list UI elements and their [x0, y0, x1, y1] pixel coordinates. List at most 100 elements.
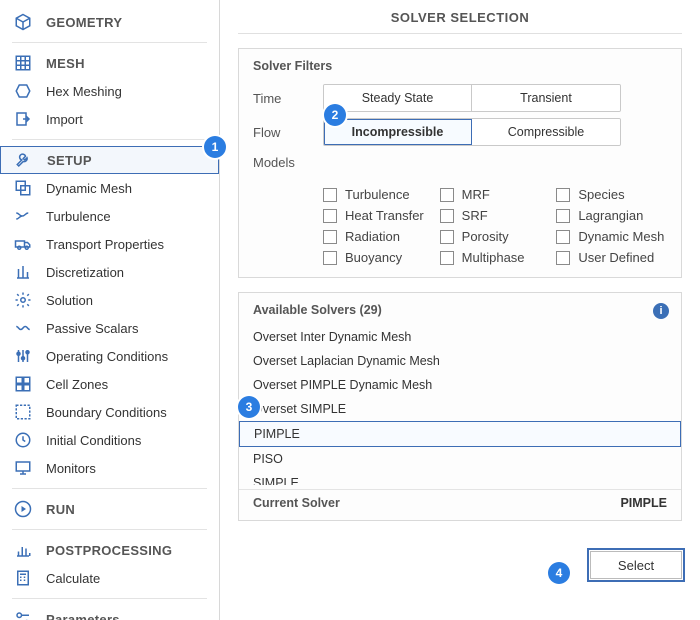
- checkbox-label: Heat Transfer: [345, 208, 424, 223]
- solver-item[interactable]: Overset SIMPLE: [239, 397, 681, 421]
- current-value: PIMPLE: [620, 496, 667, 510]
- sidebar-item-hex-meshing[interactable]: Hex Meshing: [0, 77, 219, 105]
- checkbox-label: Porosity: [462, 229, 509, 244]
- cube-icon: [14, 13, 32, 31]
- model-checkbox[interactable]: Turbulence: [323, 187, 434, 202]
- sidebar-item-mesh[interactable]: MESH: [0, 49, 219, 77]
- solver-item[interactable]: SIMPLE: [239, 471, 681, 485]
- label: Boundary Conditions: [46, 405, 167, 420]
- checkbox-label: Dynamic Mesh: [578, 229, 664, 244]
- mesh-move-icon: [14, 179, 32, 197]
- flow-compressible-button[interactable]: Compressible: [472, 119, 620, 145]
- filter-time-row: Time Steady State Transient: [253, 81, 667, 115]
- solver-item[interactable]: PISO: [239, 447, 681, 471]
- checkbox-label: Lagrangian: [578, 208, 643, 223]
- footer: Select: [238, 551, 682, 579]
- sidebar-item-operating-conditions[interactable]: Operating Conditions: [0, 342, 219, 370]
- sidebar-item-run[interactable]: RUN: [0, 495, 219, 523]
- checkbox-label: Buoyancy: [345, 250, 402, 265]
- checkbox-label: SRF: [462, 208, 488, 223]
- models-label: Models: [253, 155, 319, 170]
- checkbox-label: MRF: [462, 187, 490, 202]
- sidebar-item-calculate[interactable]: Calculate: [0, 564, 219, 592]
- model-checkbox[interactable]: Dynamic Mesh: [556, 229, 667, 244]
- time-transient-button[interactable]: Transient: [472, 85, 620, 111]
- model-checkbox[interactable]: Species: [556, 187, 667, 202]
- checkbox-icon: [556, 188, 570, 202]
- sidebar-item-geometry[interactable]: GEOMETRY: [0, 8, 219, 36]
- sidebar-item-monitors[interactable]: Monitors: [0, 454, 219, 482]
- model-checkbox[interactable]: MRF: [440, 187, 551, 202]
- cells-icon: [14, 375, 32, 393]
- solver-item[interactable]: Overset Inter Dynamic Mesh: [239, 325, 681, 349]
- label: Passive Scalars: [46, 321, 138, 336]
- sidebar-item-postprocessing[interactable]: POSTPROCESSING: [0, 536, 219, 564]
- model-checkbox[interactable]: Radiation: [323, 229, 434, 244]
- time-steady-button[interactable]: Steady State: [324, 85, 472, 111]
- import-icon: [14, 110, 32, 128]
- checkbox-icon: [556, 251, 570, 265]
- models-grid: Turbulence MRF Species Heat Transfer SRF Lagr…: [253, 183, 667, 265]
- checkbox-icon: [440, 188, 454, 202]
- select-button[interactable]: Select: [590, 551, 682, 579]
- label: Discretization: [46, 265, 124, 280]
- main-content: SOLVER SELECTION Solver Filters Time Ste…: [220, 0, 700, 620]
- callout-1: 1: [204, 136, 226, 158]
- label: Initial Conditions: [46, 433, 141, 448]
- model-checkbox[interactable]: Porosity: [440, 229, 551, 244]
- model-checkbox[interactable]: Lagrangian: [556, 208, 667, 223]
- checkbox-icon: [323, 230, 337, 244]
- sidebar-item-cell-zones[interactable]: Cell Zones: [0, 370, 219, 398]
- sidebar-item-solution[interactable]: Solution: [0, 286, 219, 314]
- solver-item[interactable]: Overset PIMPLE Dynamic Mesh: [239, 373, 681, 397]
- label: GEOMETRY: [46, 15, 122, 30]
- sidebar: GEOMETRY MESH Hex Meshing Import SETUP D…: [0, 0, 220, 620]
- sidebar-item-boundary-conditions[interactable]: Boundary Conditions: [0, 398, 219, 426]
- solver-item[interactable]: PIMPLE: [239, 421, 681, 447]
- label: SETUP: [47, 153, 92, 168]
- sidebar-item-passive-scalars[interactable]: Passive Scalars: [0, 314, 219, 342]
- checkbox-label: Species: [578, 187, 624, 202]
- label: Calculate: [46, 571, 100, 586]
- callout-2: 2: [324, 104, 346, 126]
- label: Turbulence: [46, 209, 111, 224]
- checkbox-icon: [440, 230, 454, 244]
- model-checkbox[interactable]: User Defined: [556, 250, 667, 265]
- flow-incompressible-button[interactable]: Incompressible: [324, 119, 472, 145]
- chart-icon: [14, 541, 32, 559]
- sidebar-item-dynamic-mesh[interactable]: Dynamic Mesh: [0, 174, 219, 202]
- sidebar-item-parameters[interactable]: Parameters: [0, 605, 219, 620]
- sidebar-item-setup[interactable]: SETUP: [0, 146, 219, 174]
- gear-icon: [14, 291, 32, 309]
- label: Hex Meshing: [46, 84, 122, 99]
- checkbox-label: Multiphase: [462, 250, 525, 265]
- boundary-icon: [14, 403, 32, 421]
- sidebar-item-turbulence[interactable]: Turbulence: [0, 202, 219, 230]
- available-title: Available Solvers (29): [239, 293, 681, 325]
- model-checkbox[interactable]: Buoyancy: [323, 250, 434, 265]
- available-solvers-panel: Available Solvers (29) i Overset Inter D…: [238, 292, 682, 521]
- page-title: SOLVER SELECTION: [238, 10, 682, 34]
- checkbox-icon: [556, 230, 570, 244]
- turbulence-icon: [14, 207, 32, 225]
- label: Import: [46, 112, 83, 127]
- wrench-icon: [15, 151, 33, 169]
- model-checkbox[interactable]: SRF: [440, 208, 551, 223]
- sidebar-item-transport-properties[interactable]: Transport Properties: [0, 230, 219, 258]
- sidebar-item-initial-conditions[interactable]: Initial Conditions: [0, 426, 219, 454]
- checkbox-label: User Defined: [578, 250, 654, 265]
- checkbox-icon: [556, 209, 570, 223]
- callout-3: 3: [238, 396, 260, 418]
- model-checkbox[interactable]: Multiphase: [440, 250, 551, 265]
- solver-list[interactable]: Overset Inter Dynamic MeshOverset Laplac…: [239, 325, 681, 485]
- model-checkbox[interactable]: Heat Transfer: [323, 208, 434, 223]
- sidebar-item-discretization[interactable]: Discretization: [0, 258, 219, 286]
- label: Solution: [46, 293, 93, 308]
- info-icon[interactable]: i: [653, 303, 669, 319]
- filter-models-row: Models: [253, 149, 667, 183]
- checkbox-icon: [440, 209, 454, 223]
- solver-item[interactable]: Overset Laplacian Dynamic Mesh: [239, 349, 681, 373]
- solver-filters-panel: Solver Filters Time Steady State Transie…: [238, 48, 682, 278]
- flow-label: Flow: [253, 125, 319, 140]
- sidebar-item-import[interactable]: Import: [0, 105, 219, 133]
